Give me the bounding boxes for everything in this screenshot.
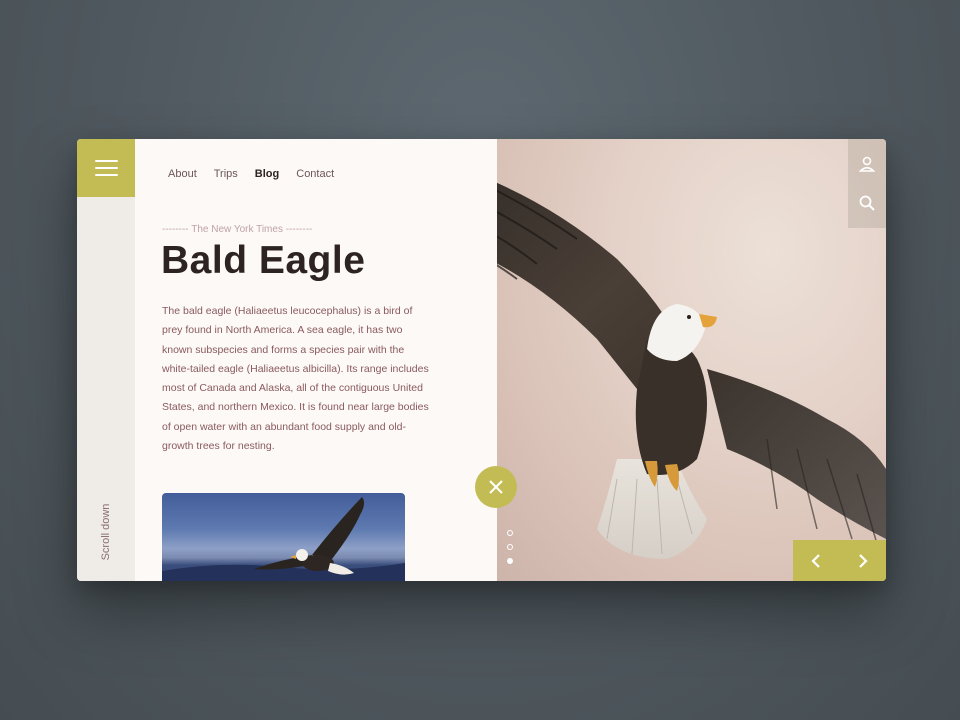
page-title: Bald Eagle — [161, 239, 366, 282]
search-icon — [859, 195, 875, 211]
user-button[interactable] — [855, 152, 879, 176]
slider-dot[interactable] — [507, 544, 513, 550]
eagle-thumbnail-illustration — [162, 497, 405, 581]
prev-button[interactable] — [793, 540, 840, 581]
slider-dot-active[interactable] — [507, 558, 513, 564]
slider-dot[interactable] — [507, 530, 513, 536]
hero-image — [497, 139, 886, 581]
slider-dots — [507, 530, 513, 564]
nav-item-contact[interactable]: Contact — [296, 168, 334, 180]
left-sidebar: Scroll down — [77, 139, 135, 581]
chevron-right-icon — [858, 553, 868, 568]
nav-item-about[interactable]: About — [168, 168, 197, 180]
utility-icons — [848, 139, 886, 228]
nav-item-blog[interactable]: Blog — [255, 168, 279, 180]
blog-card: Scroll down About Trips Blog Contact ---… — [77, 139, 886, 581]
chevron-left-icon — [811, 553, 821, 568]
nav-item-trips[interactable]: Trips — [214, 168, 238, 180]
next-button[interactable] — [840, 540, 887, 581]
scroll-down-link[interactable]: Scroll down — [100, 504, 112, 561]
article-thumbnail-image[interactable] — [162, 493, 405, 581]
article-panel: About Trips Blog Contact -------- The Ne… — [135, 139, 497, 581]
close-button[interactable] — [475, 466, 517, 508]
hamburger-menu-icon — [94, 160, 118, 162]
article-description: The bald eagle (Haliaeetus leucocephalus… — [162, 305, 429, 453]
close-icon — [489, 480, 503, 494]
slider-arrows — [793, 540, 886, 581]
bald-eagle-illustration — [497, 182, 886, 559]
menu-button[interactable] — [77, 139, 135, 197]
search-button[interactable] — [855, 191, 879, 215]
user-icon — [858, 156, 876, 173]
top-nav: About Trips Blog Contact — [168, 168, 351, 180]
article-source: -------- The New York Times -------- — [162, 224, 313, 235]
